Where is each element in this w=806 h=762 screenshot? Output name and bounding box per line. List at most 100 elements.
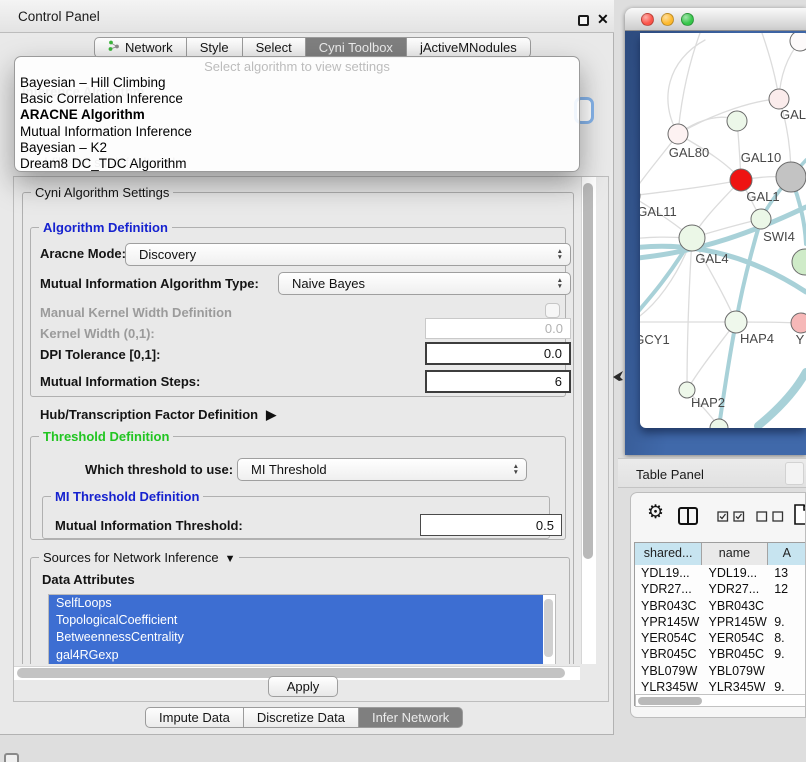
algorithm-item-bayesian-hill-climbing[interactable]: Bayesian – Hill Climbing [15,75,579,91]
aracne-mode-label: Aracne Mode: [40,245,126,263]
attribute-item-topologicalcoefficient[interactable]: TopologicalCoefficient [49,612,543,629]
table-rows: YDL19...YDL19...13YDR27...YDR27...12YBR0… [635,565,806,694]
mi-steps-field[interactable] [425,370,571,393]
table-cell: YER054C [702,630,768,646]
algorithm-item-aracne-algorithm[interactable]: ARACNE Algorithm [15,107,579,123]
aracne-mode-combobox[interactable]: Discovery ▲▼ [125,243,571,266]
data-attributes-list[interactable]: SelfLoopsTopologicalCoefficientBetweenne… [48,594,556,664]
close-button[interactable] [641,13,654,26]
algorithm-item-dream8-dc-tdc-algorithm[interactable]: Dream8 DC_TDC Algorithm [15,156,579,172]
column-header-name[interactable]: name [702,543,767,565]
table-cell: YDR27... [702,581,768,597]
mi-threshold-group-title: MI Threshold Definition [51,489,203,504]
network-edge[interactable] [668,40,705,134]
network-node-gal[interactable] [769,89,789,109]
minimize-button[interactable] [661,13,674,26]
table-row-ydl19[interactable]: YDL19...YDL19...13 [635,565,806,581]
network-node[interactable] [790,33,806,51]
network-node-gal80[interactable] [668,124,688,144]
node-label-hap2: HAP2 [691,395,725,410]
document-icon[interactable] [794,504,806,530]
network-node-swi4[interactable] [751,209,771,229]
gear-icon[interactable]: ⚙ [647,501,664,524]
table-cell: 9. [768,646,806,662]
table-cell: YBL079W [635,663,702,679]
mi-threshold-field[interactable] [420,514,562,536]
popup-placeholder: Select algorithm to view settings [15,59,579,75]
tab-network[interactable]: Network [94,37,187,58]
hub-definition-label: Hub/Transcription Factor Definition [40,407,258,422]
network-node[interactable] [710,419,728,428]
table-cell: 8. [768,630,806,646]
tab-infer-network[interactable]: Infer Network [359,707,463,728]
tab-label: Impute Data [159,710,230,725]
network-node-hap4[interactable] [725,311,747,333]
network-edge[interactable] [678,33,700,134]
close-icon[interactable]: ✕ [597,11,609,28]
network-edge[interactable] [758,372,806,426]
float-window-icon[interactable] [578,15,589,26]
dpi-tolerance-field[interactable] [425,342,571,365]
table-row-ybl079w[interactable]: YBL079WYBL079W [635,663,806,679]
which-threshold-label: Which threshold to use: [85,461,233,479]
algorithm-item-basic-correlation-inference[interactable]: Basic Correlation Inference [15,91,579,107]
attribute-items: SelfLoopsTopologicalCoefficientBetweenne… [49,595,555,664]
attribute-item-betweennesscentrality[interactable]: BetweennessCentrality [49,629,543,646]
tab-impute-data[interactable]: Impute Data [145,707,244,728]
control-panel-titlebar[interactable]: Control Panel ✕ [0,0,614,33]
network-edge[interactable] [640,134,678,196]
table-panel-corner-button[interactable] [785,462,804,485]
attribute-list-scrollbar[interactable] [544,599,553,657]
hub-definition-toggle[interactable]: Hub/Transcription Factor Definition ▶ [40,406,276,424]
split-pane-icon[interactable] [678,507,698,530]
table-horizontal-scrollbar[interactable] [635,694,806,707]
table-row-ybr045c[interactable]: YBR045CYBR045C9. [635,646,806,662]
tab-discretize-data[interactable]: Discretize Data [244,707,359,728]
apply-button[interactable]: Apply [268,676,338,697]
network-graph[interactable]: GALGAL80GAL10GAL1GAL11SWI4GAL4GCY1HAP4YH… [640,33,806,428]
which-threshold-combobox[interactable]: MI Threshold ▲▼ [237,458,527,481]
attribute-item-selfloops[interactable]: SelfLoops [49,595,543,612]
tab-cyni-toolbox[interactable]: Cyni Toolbox [306,37,407,58]
dock-panel-icon[interactable] [4,753,19,762]
column-header-shared[interactable]: shared... [635,543,702,565]
algorithm-item-bayesian-k2[interactable]: Bayesian – K2 [15,140,579,156]
network-node-gal10[interactable] [727,111,747,131]
table-row-ydr27[interactable]: YDR27...YDR27...12 [635,581,806,597]
kernel-width-field[interactable] [425,318,571,339]
mi-type-combobox[interactable]: Naive Bayes ▲▼ [278,272,571,295]
network-node[interactable] [792,249,806,275]
algorithm-item-mutual-information-inference[interactable]: Mutual Information Inference [15,124,579,140]
column-header-a[interactable]: A [768,543,806,565]
network-node-y[interactable] [791,313,806,333]
tab-label: Cyni Toolbox [319,40,393,55]
settings-vertical-scroll-thumb[interactable] [583,183,593,559]
tab-select[interactable]: Select [243,37,306,58]
zoom-button[interactable] [681,13,694,26]
manual-kernel-checkbox[interactable] [545,303,560,318]
network-canvas[interactable]: GALGAL80GAL10GAL1GAL11SWI4GAL4GCY1HAP4YH… [640,33,806,428]
screen: Control Panel ✕ NetworkStyleSelect Cyni T… [0,0,806,762]
network-edge[interactable] [719,322,736,427]
sources-title[interactable]: Sources for Network Inference▼ [39,550,239,565]
collapsed-arrow-icon[interactable]: ▶ [266,407,276,422]
table-scroll-thumb[interactable] [638,697,702,705]
mouse-cursor [612,370,624,384]
table-row-ybr043c[interactable]: YBR043CYBR043C [635,598,806,614]
network-node-gal1[interactable] [730,169,752,191]
select-all-columns-icon[interactable] [717,511,745,522]
deselect-all-columns-icon[interactable] [756,511,784,522]
table-row-ylr345w[interactable]: YLR345WYLR345W9. [635,679,806,694]
attribute-item-gal4rgexp[interactable]: gal4RGexp [49,647,543,664]
network-edge[interactable] [640,180,741,196]
tab-style[interactable]: Style [187,37,243,58]
network-node[interactable] [776,162,806,192]
table-panel-titlebar[interactable]: Table Panel [618,458,806,488]
network-window-titlebar[interactable] [625,8,806,31]
table-row-ypr145w[interactable]: YPR145WYPR145W9. [635,614,806,630]
tab-jactivemnodules[interactable]: jActiveMNodules [407,37,531,58]
network-node-gal4[interactable] [679,225,705,251]
table-row-yer054c[interactable]: YER054CYER054C8. [635,630,806,646]
network-edge[interactable] [687,238,692,390]
expanded-arrow-icon[interactable]: ▼ [225,553,236,565]
